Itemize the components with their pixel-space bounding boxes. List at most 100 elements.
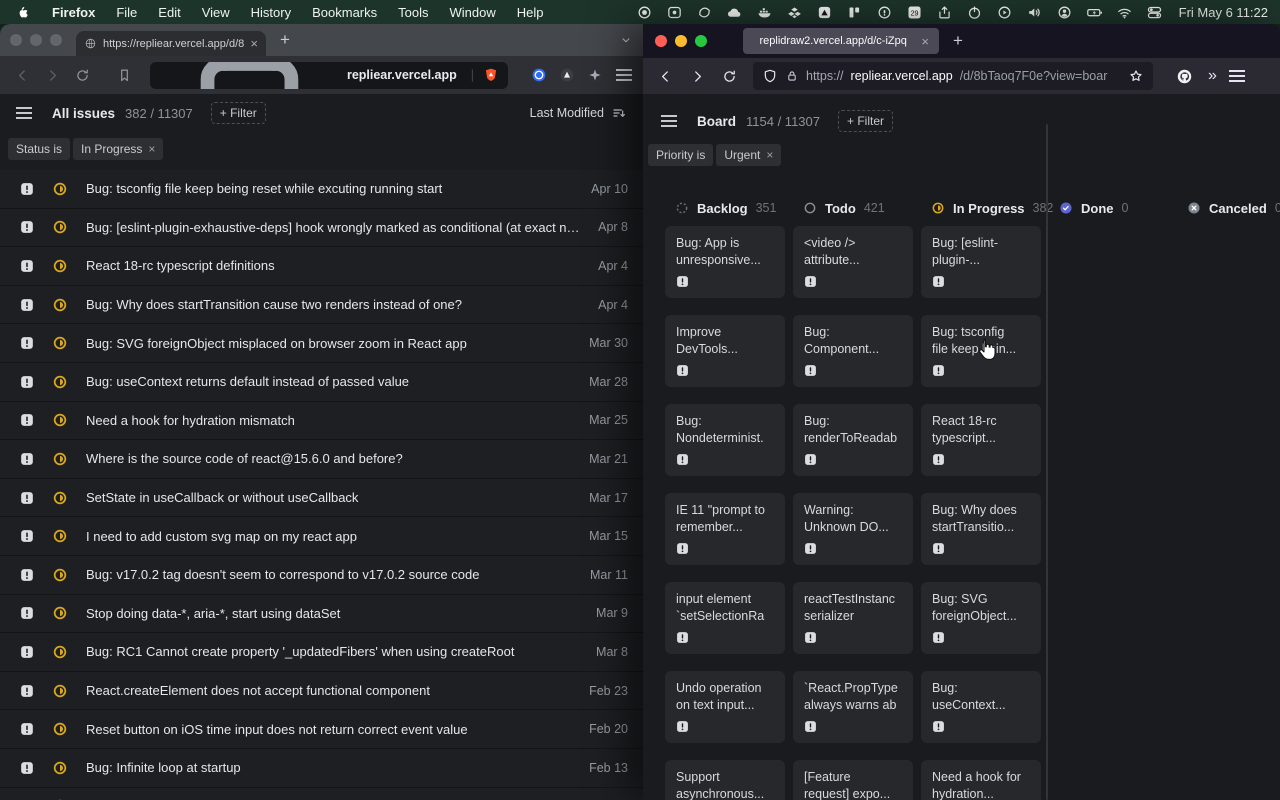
calendar-icon[interactable]: 29 [906, 4, 923, 21]
browser-tab[interactable]: replidraw2.vercel.app/d/c-iZpq × [743, 28, 939, 54]
screen-record-icon[interactable] [636, 4, 653, 21]
issue-row[interactable]: Stop doing data-*, aria-*, start using d… [0, 595, 643, 634]
new-tab-button[interactable]: + [280, 30, 290, 50]
close-window-button[interactable] [10, 34, 22, 46]
filter-field-chip[interactable]: Status is [8, 138, 70, 160]
one-password-icon[interactable] [876, 4, 893, 21]
issue-row[interactable]: React.createElement does not accept func… [0, 672, 643, 711]
privacy-badger-extension-icon[interactable] [556, 64, 578, 86]
volume-icon[interactable] [1026, 4, 1043, 21]
battery-charging-icon[interactable] [1086, 4, 1103, 21]
brave-shield-icon[interactable] [482, 64, 500, 86]
issue-row[interactable]: Bug: Why does startTransition cause two … [0, 286, 643, 325]
issue-row[interactable]: Bug: RC1 Cannot create property '_update… [0, 633, 643, 672]
minimize-window-button[interactable] [675, 35, 687, 47]
play-icon[interactable] [996, 4, 1013, 21]
issue-card[interactable]: [Featurerequest] expo... [793, 760, 913, 800]
cloud-icon[interactable] [726, 4, 743, 21]
add-filter-button[interactable]: + Filter [838, 110, 893, 132]
app-sidebar-toggle[interactable] [16, 107, 32, 119]
issue-card[interactable]: React 18-rctypescript... [921, 404, 1041, 476]
tab-list-chevron-icon[interactable] [619, 33, 633, 47]
issue-row[interactable]: Bug: Infinite loop at startupFeb 13 [0, 749, 643, 788]
apple-menu-icon[interactable] [16, 5, 31, 20]
control-center-icon[interactable] [1146, 4, 1163, 21]
issue-card[interactable]: reactTestInstancserializer [793, 582, 913, 654]
zoom-window-button[interactable] [695, 35, 707, 47]
issue-card[interactable]: `React.PropTypealways warns ab [793, 671, 913, 743]
issue-row[interactable]: Bug: useContext returns default instead … [0, 363, 643, 402]
close-window-button[interactable] [655, 35, 667, 47]
issue-card[interactable]: <video />attribute... [793, 226, 913, 298]
forward-button[interactable] [40, 63, 64, 87]
menu-firefox[interactable]: Firefox [52, 5, 95, 20]
new-tab-button[interactable]: + [953, 31, 963, 51]
menu-edit[interactable]: Edit [158, 5, 180, 20]
issue-card[interactable]: IE 11 "prompt toremember... [665, 493, 785, 565]
dropbox-icon[interactable] [786, 4, 803, 21]
menu-file[interactable]: File [116, 5, 137, 20]
issue-card[interactable]: Bug:renderToReadab [793, 404, 913, 476]
menu-bookmarks[interactable]: Bookmarks [312, 5, 377, 20]
issue-card[interactable]: Bug: App isunresponsive... [665, 226, 785, 298]
user-icon[interactable] [1056, 4, 1073, 21]
app-sidebar-toggle[interactable] [661, 115, 677, 127]
screen-capture-icon[interactable] [666, 4, 683, 21]
github-extension-icon[interactable] [1175, 67, 1194, 86]
sync-icon[interactable] [696, 4, 713, 21]
reload-button[interactable] [717, 64, 741, 88]
browser-menu-button[interactable] [1229, 70, 1245, 82]
issue-card[interactable]: Bug:Nondeterminist. [665, 404, 785, 476]
issue-card[interactable]: Bug: [eslint-plugin-... [921, 226, 1041, 298]
extensions-icon[interactable] [584, 64, 606, 86]
issue-card[interactable]: Warning:Unknown DO... [793, 493, 913, 565]
address-bar[interactable]: https:// repliear.vercel.app /d/8bTaoq7F… [753, 62, 1153, 90]
issue-row[interactable]: SetState in useCallback or without useCa… [0, 479, 643, 518]
tracking-protection-shield-icon[interactable] [762, 68, 778, 84]
window-tiles-icon[interactable] [846, 4, 863, 21]
board-scrollbar[interactable] [1046, 124, 1048, 800]
upload-icon[interactable] [936, 4, 953, 21]
issue-card[interactable]: input element`setSelectionRa [665, 582, 785, 654]
issue-card[interactable]: Supportasynchronous... [665, 760, 785, 800]
zoom-window-button[interactable] [50, 34, 62, 46]
issue-row[interactable]: Bug: SVG foreignObject misplaced on brow… [0, 324, 643, 363]
issue-row[interactable]: Need a hook for hydration mismatchMar 25 [0, 402, 643, 441]
add-filter-button[interactable]: + Filter [211, 102, 266, 124]
issue-card[interactable]: Bug:Component... [793, 315, 913, 387]
menu-help[interactable]: Help [517, 5, 544, 20]
issue-card[interactable]: Bug: SVGforeignObject... [921, 582, 1041, 654]
issue-row[interactable]: React 18-rc typescript definitionsApr 4 [0, 247, 643, 286]
back-button[interactable] [653, 64, 677, 88]
filter-value-chip[interactable]: Urgent × [716, 144, 781, 166]
issue-card[interactable]: Bug: Why doesstartTransitio... [921, 493, 1041, 565]
issue-row[interactable]: Bug: [eslint-plugin-exhaustive-deps] hoo… [0, 209, 643, 248]
back-button[interactable] [10, 63, 34, 87]
browser-menu-button[interactable] [616, 69, 632, 81]
menu-bar-clock[interactable]: Fri May 6 11:22 [1179, 5, 1268, 20]
remove-filter-icon[interactable]: × [148, 142, 155, 156]
address-bar[interactable]: repliear.vercel.app /d/8bTaoq7F0e?status… [150, 62, 508, 89]
issue-card[interactable]: Bug: tsconfigfile keep bein... [921, 315, 1041, 387]
issue-card[interactable]: Need a hook forhydration... [921, 760, 1041, 800]
issue-card[interactable]: Undo operationon text input... [665, 671, 785, 743]
issue-row[interactable]: I need to add custom svg map on my react… [0, 517, 643, 556]
issue-card[interactable]: ImproveDevTools... [665, 315, 785, 387]
one-password-extension-icon[interactable] [528, 64, 550, 86]
filter-field-chip[interactable]: Priority is [648, 144, 713, 166]
menu-window[interactable]: Window [450, 5, 496, 20]
filter-value-chip[interactable]: In Progress × [73, 138, 163, 160]
issue-row[interactable]: Reset button on iOS time input does not … [0, 710, 643, 749]
menu-tools[interactable]: Tools [398, 5, 428, 20]
menu-history[interactable]: History [251, 5, 291, 20]
reload-button[interactable] [70, 63, 94, 87]
issue-row[interactable]: Bug: tsconfig file keep being reset whil… [0, 170, 643, 209]
tab-close-icon[interactable]: × [921, 35, 929, 48]
bookmark-star-icon[interactable] [1128, 68, 1144, 84]
issue-row[interactable]: [DevTools Bug] Unsupported Bridge operat… [0, 788, 643, 800]
issue-row[interactable]: Where is the source code of react@15.6.0… [0, 440, 643, 479]
power-icon[interactable] [966, 4, 983, 21]
docker-icon[interactable] [756, 4, 773, 21]
overflow-menu-icon[interactable]: » [1208, 67, 1215, 85]
remove-filter-icon[interactable]: × [766, 148, 773, 162]
